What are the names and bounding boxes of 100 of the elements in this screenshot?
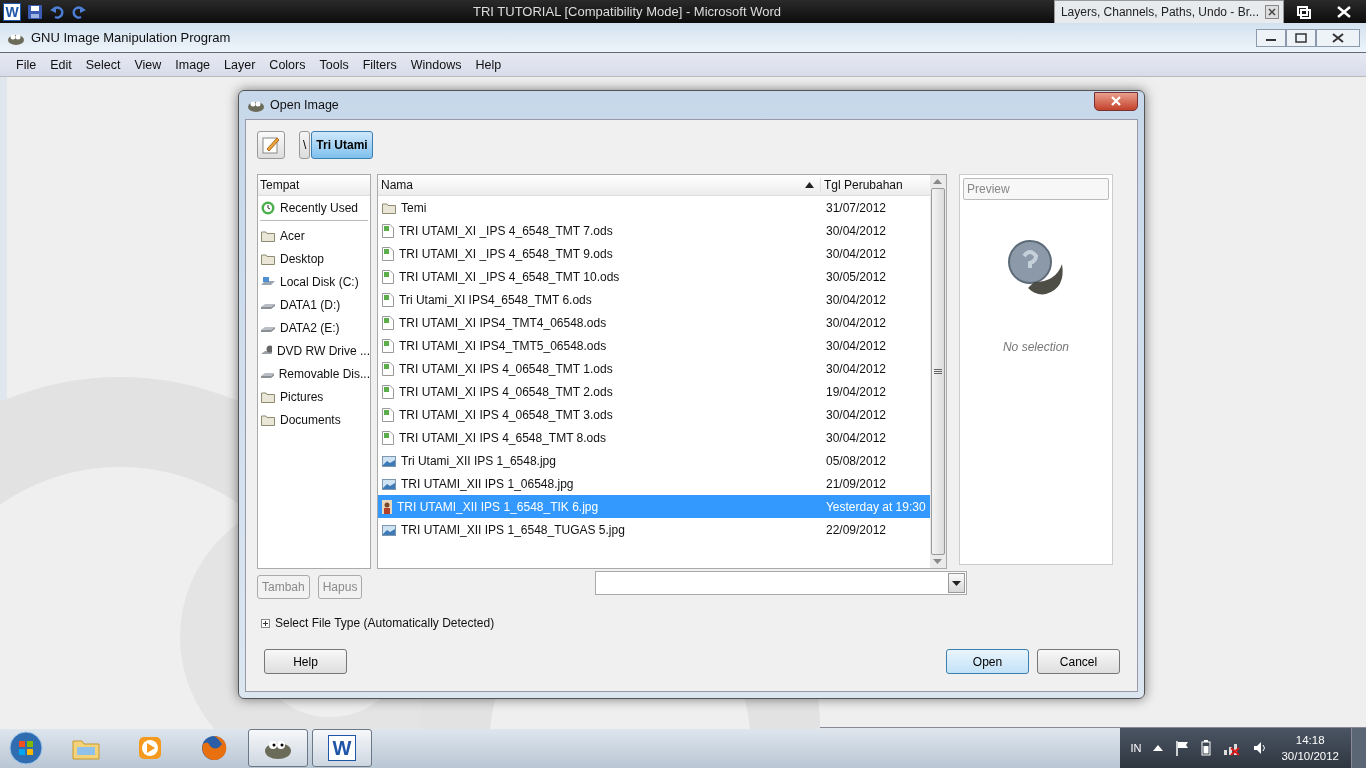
sort-arrow-icon[interactable] [804,182,814,188]
place-label: Documents [280,412,341,427]
close-button[interactable] [1094,91,1138,111]
file-date: 30/04/2012 [825,407,887,422]
column-header[interactable]: Tempat [258,176,370,196]
file-row[interactable]: Tri Utami_XI IPS4_6548_TMT 6.ods 30/04/2012 [378,288,930,311]
dialog-title: Open Image [270,98,339,112]
menu-item[interactable]: Select [78,57,128,72]
file-date: 30/04/2012 [825,246,887,261]
folder-icon [261,413,275,426]
menu-item[interactable]: Tools [312,57,356,72]
minimize-icon[interactable] [1256,28,1286,47]
place-label: Pictures [280,389,324,404]
file-name: Tri Utami_XII IPS 1_6548.jpg [401,453,557,468]
maximize-icon[interactable] [1286,28,1316,47]
file-row[interactable]: TRI UTAMI_XI _IPS 4_6548_TMT 7.ods 30/04/2012 [378,219,930,242]
folder-icon [261,390,275,403]
battery-icon[interactable] [1201,740,1212,756]
file-row[interactable]: TRI UTAMI_XI IPS4_TMT5_06548.ods 30/04/2012 [378,334,930,357]
menu-item[interactable]: Help [468,57,509,72]
dialog-button[interactable]: Help [264,649,347,674]
scrollbar[interactable] [929,175,946,568]
file-name: TRI UTAMI_XI IPS 4_06548_TMT 1.ods [399,361,614,376]
grip-icon[interactable] [933,368,942,375]
menu-item[interactable]: Edit [43,57,79,72]
file-row[interactable]: TRI UTAMI_XI IPS 4_06548_TMT 1.ods 30/04/2012 [378,357,930,380]
file-row[interactable]: TRI UTAMI_XI IPS 4_06548_TMT 2.ods 19/04/2012 [378,380,930,403]
place-item[interactable]: DATA2 (E:) [258,316,370,339]
place-item[interactable]: Desktop [258,247,370,270]
file-row[interactable]: TRI UTAMI_XI IPS 4_6548_TMT 8.ods 30/04/2012 [378,426,930,449]
file-date: 30/05/2012 [825,269,887,284]
file-date: 30/04/2012 [825,338,887,353]
file-row[interactable]: TRI UTAMI_XII IPS 1_06548.jpg 21/09/2012 [378,472,930,495]
place-item[interactable]: DVD RW Drive ... [258,339,370,362]
redo-icon[interactable] [71,3,87,20]
preview-label: Preview [962,178,1109,200]
path-button[interactable]: \ [299,131,311,159]
spreadsheet-icon [382,407,394,422]
place-item[interactable]: DATA1 (D:) [258,293,370,316]
undo-icon[interactable] [49,3,65,20]
file-date: 30/04/2012 [825,223,887,238]
close-icon[interactable] [1316,28,1360,47]
file-row[interactable]: TRI UTAMI_XI IPS 4_06548_TMT 3.ods 30/04/2012 [378,403,930,426]
optical-drive-icon [261,344,272,357]
dialog-button[interactable]: Cancel [1037,649,1120,674]
spreadsheet-icon [382,338,394,353]
place-item[interactable]: Removable Dis... [258,362,370,385]
file-name: TRI UTAMI_XII IPS 1_06548.jpg [401,476,575,491]
file-name: TRI UTAMI_XI IPS4_TMT4_06548.ods [399,315,608,330]
place-item[interactable]: Pictures [258,385,370,408]
place-item[interactable]: Documents [258,408,370,431]
menu-item[interactable]: File [9,57,44,72]
place-item[interactable]: Local Disk (C:) [258,270,370,293]
floating-window-tab[interactable]: Layers, Channels, Paths, Undo - Br... [1053,0,1284,24]
file-type-expander[interactable]: Select File Type (Automatically Detected) [257,616,495,630]
window-title: GNU Image Manipulation Program [31,30,231,45]
place-item[interactable]: Acer [258,224,370,247]
drive-icon [261,275,275,288]
file-row[interactable]: TRI UTAMI_XI _IPS 4_6548_TMT 9.ods 30/04/2012 [378,242,930,265]
image-file-icon [382,523,396,536]
flag-icon[interactable] [1175,740,1190,756]
file-name: TRI UTAMI_XI IPS 4_6548_TMT 8.ods [399,430,607,445]
file-date: Yesterday at 19:30 [825,499,927,514]
column-header[interactable]: Tgl Perubahan [819,178,930,192]
menu-item[interactable]: Filters [355,57,404,72]
taskbar-app[interactable]: W [312,729,372,767]
folder-icon [382,201,396,214]
dialog-button[interactable]: Open [946,649,1029,674]
place-item[interactable]: Recently Used [258,196,370,219]
type-location-button[interactable] [257,131,285,159]
column-header[interactable]: Nama [378,178,805,192]
file-row[interactable]: TRI UTAMI_XII IPS 1_6548_TUGAS 5.jpg 22/09/2012 [378,518,930,541]
menu-item[interactable]: Colors [262,57,313,72]
spreadsheet-icon [382,246,394,261]
clock-date[interactable]: 30/10/2012 [1281,748,1339,764]
scroll-up-icon[interactable] [933,179,943,184]
close-icon[interactable] [1265,4,1279,19]
file-row[interactable]: TRI UTAMI_XI _IPS 4_6548_TMT 10.ods 30/05/2012 [378,265,930,288]
file-row[interactable]: Tri Utami_XII IPS 1_6548.jpg 05/08/2012 [378,449,930,472]
scroll-down-icon[interactable] [933,559,943,564]
file-row[interactable]: Temi 31/07/2012 [378,196,930,219]
folder-icon [261,252,275,265]
path-button[interactable]: Tri Utami [311,131,373,159]
file-name: Tri Utami_XI IPS4_6548_TMT 6.ods [399,292,593,307]
file-date: 30/04/2012 [825,315,887,330]
menu-item[interactable]: Image [168,57,218,72]
place-label: DVD RW Drive ... [276,343,370,358]
spreadsheet-icon [382,430,394,445]
place-label: Removable Dis... [278,366,370,381]
save-icon[interactable] [27,3,43,20]
language-indicator[interactable]: IN [1130,742,1142,754]
file-name: TRI UTAMI_XI _IPS 4_6548_TMT 10.ods [399,269,621,284]
file-row[interactable]: TRI UTAMI_XI IPS4_TMT4_06548.ods 30/04/2012 [378,311,930,334]
word-logo[interactable]: W [3,2,21,21]
menu-item[interactable]: Layer [217,57,263,72]
menu-item[interactable]: Windows [403,57,469,72]
taskbar-app[interactable] [248,729,308,767]
menu-item[interactable]: View [127,57,169,72]
show-hidden-icon[interactable] [1153,744,1164,752]
clock-time[interactable]: 14:18 [1295,732,1325,748]
